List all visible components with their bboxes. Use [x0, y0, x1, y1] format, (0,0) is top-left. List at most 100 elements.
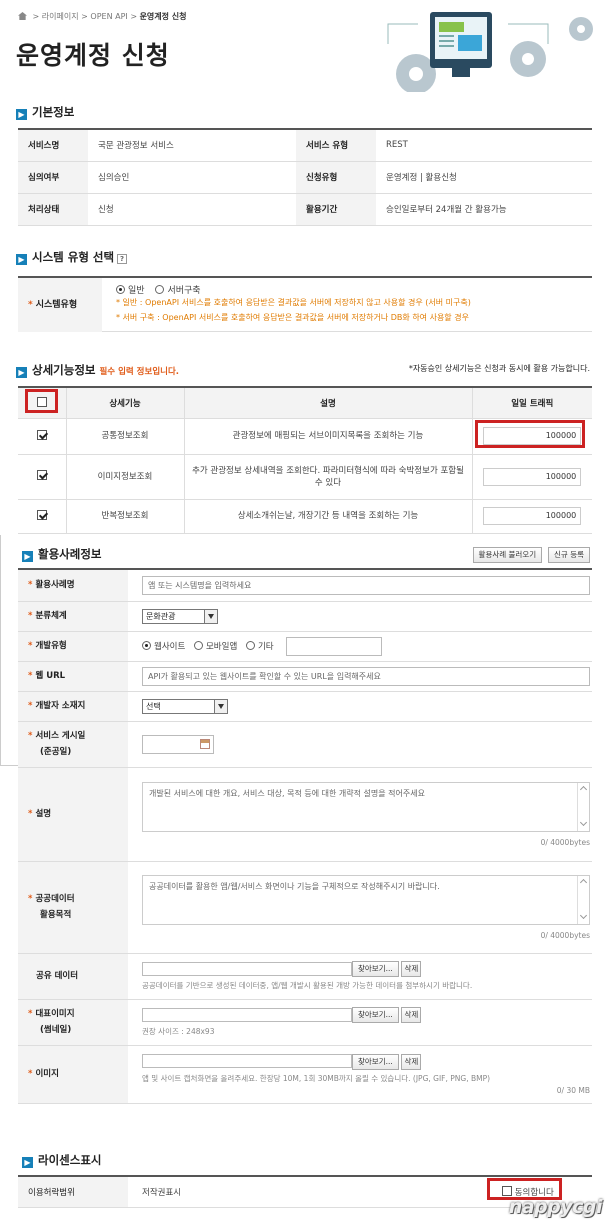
row-check-cell — [18, 418, 67, 455]
detail-table: 상세기능 설명 일일 트래픽 공통정보조회 관광정보에 매핑되는 서브이미지목록… — [18, 386, 592, 534]
traffic-input[interactable]: 100000 — [483, 467, 582, 486]
etc-input[interactable] — [286, 636, 383, 656]
usage-buttons: 활용사례 불러오기 신규 등록 — [472, 547, 590, 563]
field-label: * 대표이미지 (썸네일) — [18, 999, 128, 1046]
rep-image-hint: 권장 사이즈 : 248x93 — [142, 1027, 215, 1036]
breadcrumb-openapi[interactable]: OPEN API — [90, 12, 127, 21]
radio-etc[interactable]: 기타 — [245, 640, 274, 652]
load-case-button[interactable]: 활용사례 불러오기 — [472, 547, 543, 563]
radio-website[interactable]: 웹사이트 — [142, 640, 185, 652]
required-note: 필수 입력 정보입니다. — [99, 367, 180, 377]
section-license-heading: ▶ 라이센스표시 — [22, 1152, 101, 1168]
radio-icon[interactable] — [116, 285, 125, 294]
license-value: 저작권표시 — [128, 1176, 502, 1208]
cell-desc: 상세소개쉬는날, 개장기간 등 내역을 조회하는 기능 — [184, 499, 473, 534]
scrollbar[interactable] — [577, 782, 589, 831]
field-cell: 웹사이트 모바일앱 기타 — [128, 631, 592, 662]
cell-desc: 관광정보에 매핑되는 서브이미지목록을 조회하는 기능 — [184, 418, 473, 455]
purpose-textarea[interactable]: 공공데이터를 활용한 앱/웹/서비스 화면이나 기능을 구체적으로 작성해주시기… — [142, 874, 590, 925]
row-checkbox[interactable] — [36, 470, 47, 480]
arrow-icon: ▶ — [16, 109, 27, 120]
field-cell: API가 활용되고 있는 웹사이트를 확인할 수 있는 URL을 입력해주세요 — [128, 661, 592, 692]
section-title: 시스템 유형 선택 — [32, 250, 115, 264]
description-textarea[interactable]: 개발된 서비스에 대한 개요, 서비스 대상, 목적 등에 대한 개략적 설명을… — [142, 781, 590, 832]
system-type-row: * 시스템유형 일반 서버구축 * 일반 : OpenAPI 서비스를 호출하여 … — [18, 276, 592, 332]
radio-mobile[interactable]: 모바일앱 — [193, 640, 237, 652]
breadcrumb-sep: > — [81, 12, 88, 21]
form-row: * 서비스 게시일 (준공일) — [18, 721, 592, 768]
row-checkbox[interactable] — [36, 509, 47, 520]
monitor-gears-illustration — [387, 12, 593, 92]
home-icon[interactable] — [18, 12, 27, 20]
radio-icon[interactable] — [142, 640, 151, 650]
arrow-icon: ▶ — [16, 254, 27, 265]
row-checkbox[interactable] — [36, 429, 47, 440]
image-file-input[interactable] — [142, 1054, 352, 1068]
form-row: * 활용사례명 앱 또는 시스템명을 입력하세요 — [18, 569, 592, 602]
form-row: * 공공데이터 활용목적 공공데이터를 활용한 앱/웹/서비스 화면이나 기능을 구… — [18, 861, 592, 954]
category-select[interactable]: 문화관광 — [142, 608, 218, 624]
radio-icon[interactable] — [245, 640, 255, 650]
system-note-server: * 서버 구축 : OpenAPI 서비스를 호출하여 응답받은 결과값을 서버… — [116, 313, 469, 322]
form-row: * 이미지 찾아보기... 삭제 앱 및 사이트 캡처화면을 올려주세요. 한장당… — [18, 1045, 592, 1104]
system-type-label: * 시스템유형 — [18, 278, 102, 332]
cell-function: 공통정보조회 — [66, 418, 185, 455]
field-label: * 개발유형 — [18, 631, 128, 662]
cell-label: 서비스 유형 — [296, 129, 376, 162]
radio-icon[interactable] — [155, 285, 165, 294]
scrollbar[interactable] — [577, 875, 589, 924]
cell-label: 처리상태 — [18, 193, 88, 226]
browse-button[interactable]: 찾아보기... — [352, 961, 399, 977]
field-label: * 이미지 — [18, 1045, 128, 1104]
table-header: 상세기능 설명 일일 트래픽 — [18, 387, 592, 419]
field-label: 공유 데이터 — [18, 953, 128, 1000]
calendar-icon[interactable] — [200, 739, 210, 749]
radio-icon[interactable] — [193, 640, 203, 650]
browse-button[interactable]: 찾아보기... — [352, 1007, 399, 1023]
section-system-heading: ▶ 시스템 유형 선택? — [16, 249, 128, 265]
breadcrumb-mypage[interactable]: 라이페이지 — [42, 12, 79, 21]
cell-value: 국문 관광정보 서비스 — [88, 129, 296, 162]
cell-desc: 추가 관광정보 상세내역을 조회한다. 파라미터형식에 따라 숙박정보가 포함될… — [184, 454, 473, 500]
form-row: * 설명 개발된 서비스에 대한 개요, 서비스 대상, 목적 등에 대한 개략적… — [18, 767, 592, 862]
table-row: 서비스명 국문 관광정보 서비스 서비스 유형 REST — [18, 129, 592, 162]
case-name-input[interactable]: 앱 또는 시스템명을 입력하세요 — [142, 575, 590, 595]
radio-server[interactable]: 서버구축 — [155, 285, 201, 296]
cell-function: 이미지정보조회 — [66, 454, 185, 500]
browse-button[interactable]: 찾아보기... — [352, 1053, 399, 1070]
form-row: * 분류체계 문화관광 — [18, 601, 592, 632]
page-title: 운영계정 신청 — [16, 41, 170, 70]
rep-image-file-input[interactable] — [142, 1007, 352, 1022]
section-usage-heading: ▶ 활용사례정보 — [22, 546, 101, 562]
developer-location-select[interactable]: 선택 — [142, 698, 228, 714]
delete-button[interactable]: 삭제 — [401, 1053, 422, 1070]
arrow-icon: ▶ — [22, 1157, 33, 1168]
delete-button[interactable]: 삭제 — [401, 961, 422, 977]
web-url-input[interactable]: API가 활용되고 있는 웹사이트를 확인할 수 있는 URL을 입력해주세요 — [142, 666, 590, 686]
cell-value: 신청 — [88, 193, 296, 226]
section-detail-heading: ▶ 상세기능정보 필수 입력 정보입니다. — [16, 362, 179, 378]
divider — [0, 535, 1, 765]
breadcrumb-sep: > — [32, 12, 40, 21]
new-case-button[interactable]: 신규 등록 — [548, 547, 590, 563]
section-basic-heading: ▶ 기본정보 — [16, 104, 74, 120]
field-label: * 분류체계 — [18, 601, 128, 632]
cell-label: 심의여부 — [18, 161, 88, 194]
usage-form: * 활용사례명 앱 또는 시스템명을 입력하세요 * 분류체계 문화관광 * 개발유형… — [18, 568, 592, 1104]
traffic-input[interactable]: 100000 — [483, 507, 582, 525]
table-row: 반복정보조회 상세소개쉬는날, 개장기간 등 내역을 조회하는 기능 10000… — [18, 499, 592, 534]
section-title: 상세기능정보 — [32, 363, 96, 377]
cell-label: 신청유형 — [296, 161, 376, 194]
basic-info-table: 서비스명 국문 관광정보 서비스 서비스 유형 REST 심의여부 심의승인 신… — [18, 128, 592, 226]
radio-general[interactable]: 일반 — [116, 285, 145, 296]
cell-function: 반복정보조회 — [66, 499, 185, 534]
field-cell: 찾아보기... 삭제 공공데이터를 기반으로 생성된 데이터중, 앱/웹 개발시… — [128, 953, 592, 1000]
share-file-input[interactable] — [142, 961, 352, 976]
table-row: 이미지정보조회 추가 관광정보 상세내역을 조회한다. 파라미터형식에 따라 숙… — [18, 454, 592, 500]
breadcrumb-current: 운영계정 신청 — [139, 12, 187, 21]
section-title: 라이센스표시 — [38, 1153, 102, 1167]
delete-button[interactable]: 삭제 — [401, 1007, 422, 1023]
cell-label: 활용기간 — [296, 193, 376, 226]
help-icon[interactable]: ? — [117, 254, 128, 264]
field-cell: 개발된 서비스에 대한 개요, 서비스 대상, 목적 등에 대한 개략적 설명을… — [128, 767, 592, 862]
